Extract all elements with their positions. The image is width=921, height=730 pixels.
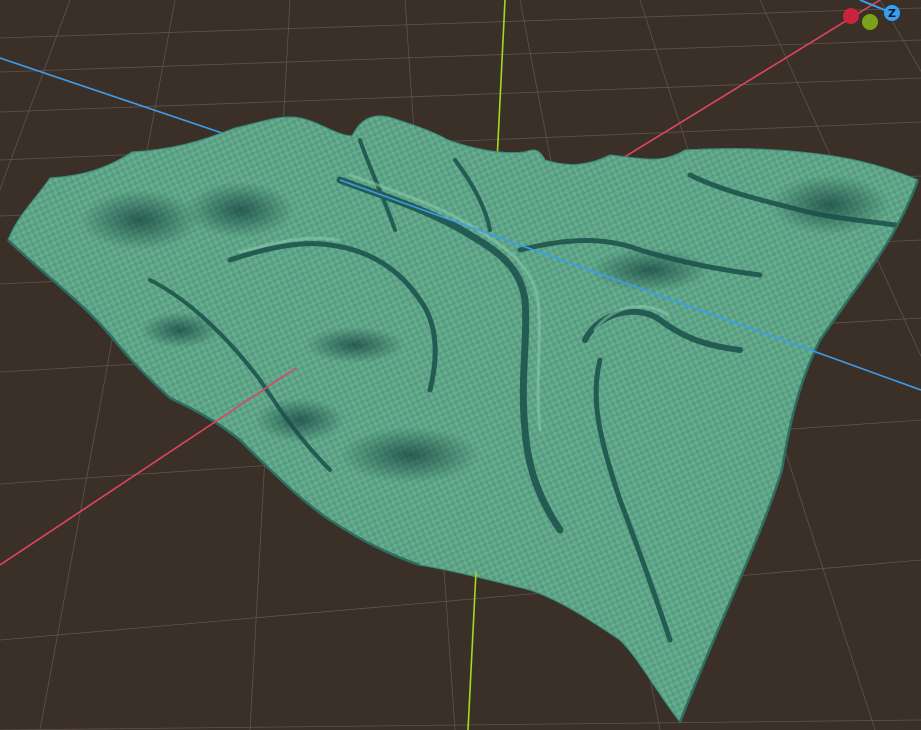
x-axis-circle-icon[interactable] [843,8,859,24]
z-axis-label: Z [888,7,896,20]
terrain-mesh[interactable] [7,115,920,723]
viewport-canvas[interactable]: Z [0,0,921,730]
3d-viewport[interactable]: Z [0,0,921,730]
y-axis-circle-icon[interactable] [862,14,878,30]
orientation-gizmo[interactable]: Z [843,0,900,30]
